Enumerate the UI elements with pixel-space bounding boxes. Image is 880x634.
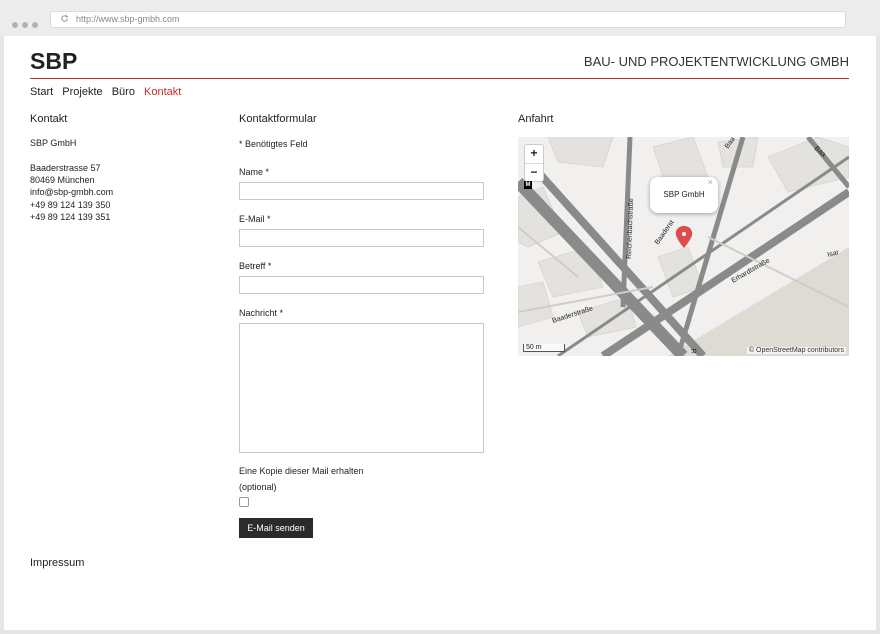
browser-chrome: http://www.sbp-gmbh.com [0,0,880,36]
impressum-link[interactable]: Impressum [30,557,84,569]
map-popup: × SBP GmbH [650,177,718,213]
company-name: SBP GmbH [30,138,77,148]
header-divider [30,78,849,79]
site-tagline: BAU- UND PROJEKTENTWICKLUNG GMBH [583,54,849,69]
name-input[interactable] [239,182,484,200]
nav-item-start[interactable]: Start [30,86,53,98]
contact-heading: Kontakt [30,113,68,125]
window-controls[interactable] [12,15,42,33]
submit-button[interactable]: E-Mail senden [239,518,313,538]
metro-icon: M [524,181,532,189]
email-label: E-Mail * [239,214,271,224]
message-label: Nachricht * [239,308,284,318]
contact-phone-1[interactable]: +49 89 124 139 350 [30,199,110,211]
map[interactable]: Reichenbachstraße Baaderstraße Erhardtst… [518,137,849,356]
name-label: Name * [239,167,270,177]
maximize-window-dot[interactable] [32,22,38,28]
main-nav: Start Projekte Büro Kontakt [30,86,187,98]
map-heading: Anfahrt [518,113,554,125]
nav-item-buero[interactable]: Büro [112,86,135,98]
message-textarea[interactable] [239,323,484,453]
street-label-reichenbach: Reichenbachstraße [626,198,635,259]
address-street: Baaderstrasse 57 [30,163,101,173]
required-note: * Benötigtes Feld [239,139,308,149]
zoom-out-button[interactable]: − [525,164,543,182]
popup-label: SBP GmbH [663,190,705,199]
contact-email[interactable]: info@sbp-gmbh.com [30,186,113,198]
copy-checkbox[interactable] [239,497,249,507]
nav-item-projekte[interactable]: Projekte [62,86,102,98]
subject-label: Betreff * [239,261,272,271]
minimize-window-dot[interactable] [22,22,28,28]
map-attribution[interactable]: © OpenStreetMap contributors [746,347,846,354]
zoom-in-button[interactable]: + [525,145,543,164]
copy-label: Eine Kopie dieser Mail erhalten [239,466,364,476]
subject-input[interactable] [239,276,484,294]
address-city: 80469 München [30,175,95,185]
nav-item-kontakt[interactable]: Kontakt [144,86,181,98]
street-label-baaderst: Baaderst [654,219,676,246]
page: SBP BAU- UND PROJEKTENTWICKLUNG GMBH Sta… [4,36,876,630]
reload-icon[interactable] [60,14,69,23]
close-window-dot[interactable] [12,22,18,28]
map-tiles: Reichenbachstraße Baaderstraße Erhardtst… [518,137,849,356]
site-logo[interactable]: SBP [30,48,77,75]
url-text: http://www.sbp-gmbh.com [76,14,180,24]
optional-label: (optional) [239,482,277,492]
email-input[interactable] [239,229,484,247]
contact-phone-2[interactable]: +49 89 124 139 351 [30,211,110,223]
location-marker[interactable] [675,226,693,248]
address-bar[interactable]: http://www.sbp-gmbh.com [50,11,846,28]
map-scale: 50 m [523,344,565,352]
popup-close-icon[interactable]: × [708,164,713,200]
zoom-control: + − [524,144,544,182]
form-heading: Kontaktformular [239,113,317,125]
